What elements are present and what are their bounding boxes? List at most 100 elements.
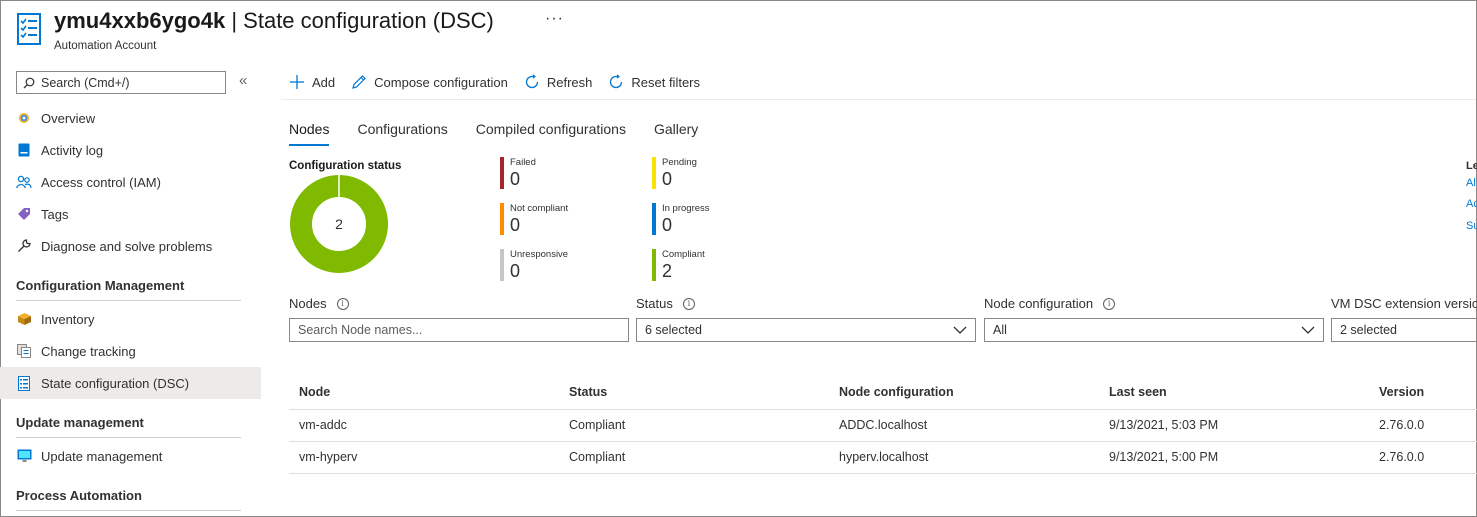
sidebar-item-overview[interactable]: Overview [0,102,261,134]
node-configuration-filter-label: Node configuration i [984,296,1116,311]
info-icon[interactable]: i [336,297,349,310]
sidebar-divider [16,510,241,511]
search-icon [23,77,35,88]
tag-icon [16,206,32,222]
sidebar-item-tags[interactable]: Tags [0,198,261,230]
resource-name: ymu4xxb6ygo4k [54,8,226,33]
sidebar-item-label: Activity log [41,142,104,158]
title-separator: | [231,8,238,33]
sidebar-item-label: Update management [41,448,163,464]
cell-version: 2.76.0.0 [1369,409,1477,442]
sidebar-item-update-management[interactable]: Update management [0,440,261,472]
legend-not-compliant[interactable]: Not compliant 0 [500,203,620,235]
sidebar-search-placeholder: Search (Cmd+/) [41,75,130,90]
monitor-icon [16,448,32,464]
tab-gallery[interactable]: Gallery [654,121,698,146]
legend-label: Not compliant [510,203,569,214]
legend-value: 0 [510,215,521,235]
sidebar-divider [16,300,241,301]
legend-value: 0 [662,215,673,235]
configuration-status-donut[interactable]: 2 [289,174,389,274]
cell-last-seen: 9/13/2021, 5:03 PM [1099,409,1369,442]
add-button[interactable]: Add [289,74,335,90]
legend-value: 0 [510,169,521,189]
sidebar-item-inventory[interactable]: Inventory [0,303,261,335]
sidebar-item-label: Change tracking [41,343,136,359]
vm-dsc-extension-dropdown[interactable]: 2 selected [1331,318,1477,342]
sidebar-item-state-configuration[interactable]: State configuration (DSC) [0,367,261,399]
filter-label-text: Node configuration [984,296,1094,311]
filter-label-text: Nodes [289,296,327,311]
column-header-version[interactable]: Version [1369,376,1477,410]
change-tracking-icon [16,343,32,359]
filter-label-text: VM DSC extension version [1331,296,1477,311]
legend-label: Compliant [662,249,705,260]
wrench-icon [16,238,32,254]
legend-color-bar [500,249,504,281]
sidebar-item-label: Tags [41,206,69,222]
more-options-button[interactable]: ··· [545,10,564,28]
collapse-sidebar-button[interactable]: « [239,72,247,89]
refresh-button[interactable]: Refresh [524,74,593,90]
legend-color-bar [652,249,656,281]
filter-label-text: Status [636,296,673,311]
tab-nodes[interactable]: Nodes [289,121,330,146]
info-icon[interactable]: i [682,297,695,310]
table-row[interactable]: vm-addc Compliant ADDC.localhost 9/13/20… [289,409,1477,442]
compose-button-label: Compose configuration [374,74,508,90]
legend-pending[interactable]: Pending 0 [652,157,772,189]
sidebar-item-diagnose[interactable]: Diagnose and solve problems [0,230,261,262]
sidebar-search-input[interactable]: Search (Cmd+/) [16,71,226,94]
refresh-icon [525,74,538,89]
cell-node: vm-addc [289,409,559,442]
status-dropdown[interactable]: 6 selected [636,318,976,342]
cut-off-link[interactable]: Su [1466,220,1477,232]
column-header-node[interactable]: Node [289,376,559,410]
command-bar-divider [281,99,1476,100]
column-header-status[interactable]: Status [559,376,829,410]
pencil-icon [352,75,366,89]
column-header-last-seen[interactable]: Last seen [1099,376,1369,410]
sidebar-item-access-control[interactable]: Access control (IAM) [0,166,261,198]
legend-label: Unresponsive [510,249,569,260]
refresh-button-label: Refresh [546,74,593,90]
compose-configuration-button[interactable]: Compose configuration [351,74,508,90]
sidebar-item-change-tracking[interactable]: Change tracking [0,335,261,367]
cell-status: Compliant [559,409,829,442]
legend-label: In progress [662,203,710,214]
chevron-down-icon [1301,326,1315,334]
legend-value: 0 [662,169,673,189]
column-header-node-configuration[interactable]: Node configuration [829,376,1099,410]
node-configuration-dropdown[interactable]: All [984,318,1324,342]
legend-compliant[interactable]: Compliant 2 [652,249,772,281]
checklist-icon [16,375,32,391]
cut-off-link[interactable]: Al [1466,177,1476,189]
configuration-status-title: Configuration status [289,160,402,172]
tab-compiled-configurations[interactable]: Compiled configurations [476,121,626,146]
sidebar-item-activity-log[interactable]: Activity log [0,134,261,166]
people-icon [16,174,32,190]
reset-icon [610,74,623,89]
sidebar-item-label: Diagnose and solve problems [41,238,213,254]
sidebar-section-process: Process Automation [16,488,142,503]
legend-failed[interactable]: Failed 0 [500,157,620,189]
info-icon[interactable]: i [1103,297,1116,310]
tab-configurations[interactable]: Configurations [357,121,447,146]
reset-filters-button[interactable]: Reset filters [608,74,700,90]
cut-off-link[interactable]: Ac [1466,198,1477,210]
sidebar-section-update: Update management [16,415,144,430]
node-search-input[interactable]: Search Node names... [289,318,629,342]
cell-node-configuration: ADDC.localhost [829,409,1099,442]
legend-color-bar [500,203,504,235]
legend-color-bar [652,203,656,235]
nodes-table: Node Status Node configuration Last seen… [289,376,1477,474]
vm-dsc-extension-filter-label: VM DSC extension version [1331,296,1477,311]
table-row[interactable]: vm-hyperv Compliant hyperv.localhost 9/1… [289,441,1477,474]
sidebar-item-label: Access control (IAM) [41,174,161,190]
resource-type: Automation Account [54,40,157,52]
legend-unresponsive[interactable]: Unresponsive 0 [500,249,620,281]
sidebar-divider [16,437,241,438]
table-header-row: Node Status Node configuration Last seen… [289,376,1477,410]
legend-in-progress[interactable]: In progress 0 [652,203,772,235]
dropdown-value: 2 selected [1340,323,1397,337]
